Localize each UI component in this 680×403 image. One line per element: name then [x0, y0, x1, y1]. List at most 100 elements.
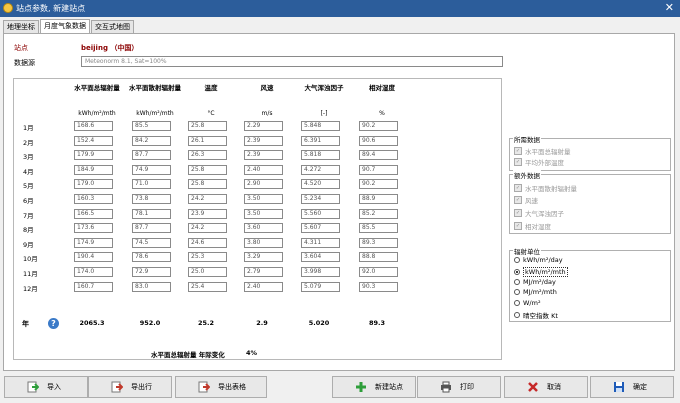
table-cell[interactable]: 24.2	[188, 223, 227, 234]
table-cell[interactable]: 3.50	[244, 208, 283, 219]
table-cell[interactable]: 26.1	[188, 135, 227, 146]
radio-button[interactable]	[514, 300, 520, 307]
unit-radio-option[interactable]: MJ/m²/day	[514, 278, 556, 286]
table-cell[interactable]: 90.7	[359, 164, 398, 175]
tab-interactive-map[interactable]: 交互式地图	[91, 20, 134, 33]
cancel-button[interactable]: 取消	[504, 376, 588, 398]
table-cell[interactable]: 24.2	[188, 194, 227, 204]
unit-radio-option[interactable]: W/m²	[514, 299, 541, 307]
column-header: 相对湿度	[369, 84, 395, 92]
table-cell[interactable]: 89.4	[359, 150, 398, 161]
table-cell[interactable]: 160.3	[74, 194, 113, 204]
table-cell[interactable]: 4.520	[301, 179, 340, 190]
table-cell[interactable]: 2.39	[244, 135, 283, 146]
table-cell[interactable]: 74.9	[132, 164, 171, 175]
table-cell[interactable]: 5.234	[301, 194, 340, 204]
radio-button[interactable]	[514, 312, 520, 318]
table-cell[interactable]: 2.90	[244, 179, 283, 190]
table-cell[interactable]: 4.311	[301, 237, 340, 248]
table-cell[interactable]: 173.6	[74, 223, 113, 234]
table-cell[interactable]: 5.560	[301, 208, 340, 219]
table-cell[interactable]: 2.39	[244, 150, 283, 161]
table-cell[interactable]: 88.8	[359, 252, 398, 263]
table-cell[interactable]: 5.848	[301, 121, 340, 131]
table-cell[interactable]: 74.5	[132, 237, 171, 248]
table-cell[interactable]: 179.0	[74, 179, 113, 190]
table-cell[interactable]: 89.3	[359, 237, 398, 248]
radio-button[interactable]	[514, 268, 520, 275]
ok-button[interactable]: 确定	[590, 376, 674, 398]
radio-label: MJ/m²/day	[523, 277, 556, 286]
table-cell[interactable]: 87.7	[132, 223, 171, 234]
table-cell[interactable]: 88.9	[359, 194, 398, 204]
table-cell[interactable]: 6.391	[301, 135, 340, 146]
export-row-button[interactable]: 导出行	[88, 376, 172, 398]
help-icon[interactable]: ?	[48, 318, 59, 329]
unit-radio-option[interactable]: kWh/m²/mth	[514, 266, 568, 277]
table-cell[interactable]: 190.4	[74, 252, 113, 263]
unit-radio-option[interactable]: kWh/m²/day	[514, 256, 563, 264]
print-button[interactable]: 打印	[417, 376, 501, 398]
table-cell[interactable]: 174.9	[74, 237, 113, 248]
table-cell[interactable]: 2.40	[244, 281, 283, 292]
table-cell[interactable]: 184.9	[74, 164, 113, 175]
table-cell[interactable]: 90.3	[359, 281, 398, 292]
radio-button[interactable]	[514, 257, 520, 263]
table-cell[interactable]: 85.2	[359, 208, 398, 219]
table-cell[interactable]: 25.8	[188, 121, 227, 131]
table-cell[interactable]: 179.9	[74, 150, 113, 161]
table-cell[interactable]: 23.9	[188, 208, 227, 219]
import-button[interactable]: 导入	[4, 376, 88, 398]
table-cell[interactable]: 25.8	[188, 164, 227, 175]
table-cell[interactable]: 85.5	[359, 223, 398, 234]
unit-radio-option[interactable]: 晴空指数 Kt	[514, 310, 558, 320]
table-cell[interactable]: 26.3	[188, 150, 227, 161]
tab-geographic-coordinates[interactable]: 地理坐标	[3, 20, 39, 33]
table-cell[interactable]: 25.8	[188, 179, 227, 190]
table-cell[interactable]: 152.4	[74, 135, 113, 146]
table-cell[interactable]: 3.604	[301, 252, 340, 263]
table-cell[interactable]: 90.2	[359, 121, 398, 131]
table-cell[interactable]: 3.29	[244, 252, 283, 263]
table-cell[interactable]: 87.7	[132, 150, 171, 161]
table-cell[interactable]: 72.9	[132, 267, 171, 277]
table-cell[interactable]: 174.0	[74, 267, 113, 277]
table-cell[interactable]: 78.1	[132, 208, 171, 219]
table-cell[interactable]: 85.5	[132, 121, 171, 131]
table-cell[interactable]: 5.079	[301, 281, 340, 292]
close-window-icon[interactable]: ✕	[665, 1, 674, 14]
table-cell[interactable]: 3.80	[244, 237, 283, 248]
table-cell[interactable]: 3.998	[301, 267, 340, 277]
table-cell[interactable]: 168.6	[74, 121, 113, 131]
column-unit: [-]	[320, 110, 328, 117]
table-cell[interactable]: 160.7	[74, 281, 113, 292]
table-cell[interactable]: 25.0	[188, 267, 227, 277]
table-cell[interactable]: 5.607	[301, 223, 340, 234]
table-cell[interactable]: 2.40	[244, 164, 283, 175]
window-title: 站点参数, 新建站点	[16, 4, 86, 13]
table-cell[interactable]: 73.8	[132, 194, 171, 204]
table-cell[interactable]: 166.5	[74, 208, 113, 219]
table-cell[interactable]: 83.0	[132, 281, 171, 292]
new-site-button[interactable]: 新建站点	[332, 376, 416, 398]
table-cell[interactable]: 90.2	[359, 179, 398, 190]
radio-button[interactable]	[514, 289, 520, 296]
table-cell[interactable]: 2.29	[244, 121, 283, 131]
unit-radio-option[interactable]: MJ/m²/mth	[514, 288, 557, 296]
tab-monthly-meteo[interactable]: 月度气象数据	[40, 19, 90, 34]
table-cell[interactable]: 84.2	[132, 135, 171, 146]
table-cell[interactable]: 24.6	[188, 237, 227, 248]
table-cell[interactable]: 92.0	[359, 267, 398, 277]
table-cell[interactable]: 71.0	[132, 179, 171, 190]
table-cell[interactable]: 90.6	[359, 135, 398, 146]
export-table-button[interactable]: 导出表格	[175, 376, 267, 398]
table-cell[interactable]: 25.3	[188, 252, 227, 263]
table-cell[interactable]: 3.50	[244, 194, 283, 204]
table-cell[interactable]: 3.60	[244, 223, 283, 234]
radio-button[interactable]	[514, 278, 520, 285]
table-cell[interactable]: 2.79	[244, 267, 283, 277]
table-cell[interactable]: 25.4	[188, 281, 227, 292]
table-cell[interactable]: 78.6	[132, 252, 171, 263]
table-cell[interactable]: 4.272	[301, 164, 340, 175]
table-cell[interactable]: 5.818	[301, 150, 340, 161]
